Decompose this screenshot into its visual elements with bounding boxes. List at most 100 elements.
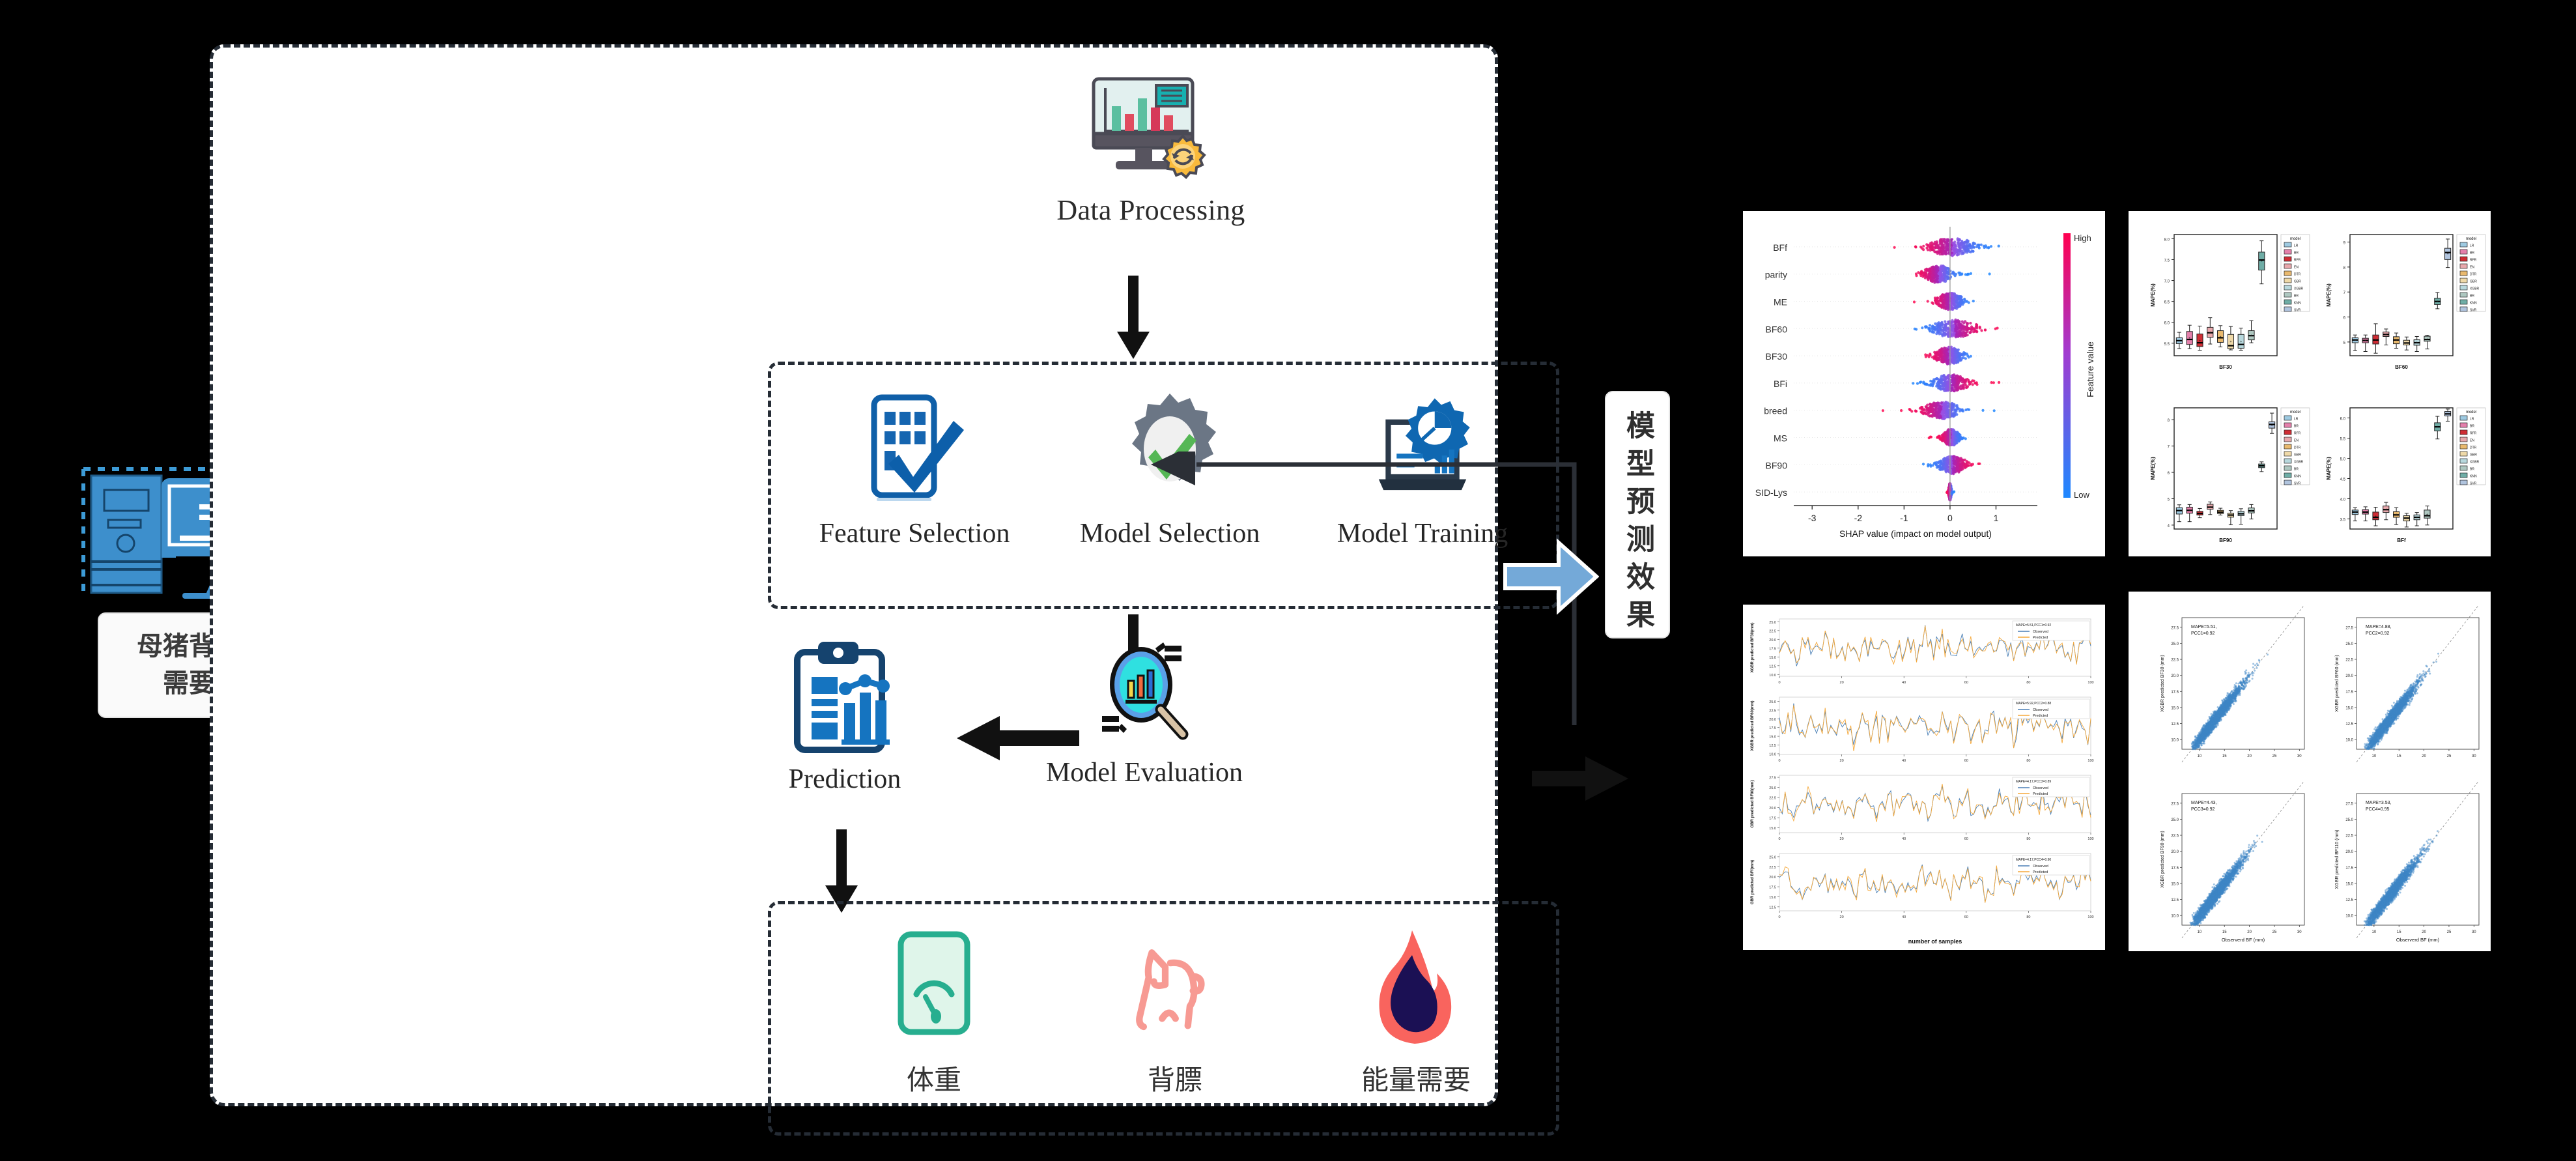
svg-text:4.0: 4.0	[2340, 498, 2346, 502]
stage-model-evaluation: Model Evaluation	[1027, 634, 1262, 788]
svg-text:BF30: BF30	[2219, 364, 2232, 370]
svg-text:LR: LR	[2294, 418, 2299, 422]
data-processing-label: Data Processing	[1056, 194, 1245, 226]
step-feature-selection: Feature Selection	[810, 392, 1019, 549]
svg-text:80: 80	[2026, 681, 2030, 685]
svg-text:0: 0	[1778, 681, 1780, 685]
svg-text:LR: LR	[2470, 244, 2474, 248]
svg-text:+: +	[2375, 338, 2377, 342]
svg-text:+: +	[2385, 333, 2387, 337]
svg-text:SHAP value (impact on model ou: SHAP value (impact on model output)	[1839, 528, 1992, 539]
svg-text:+: +	[2240, 512, 2242, 516]
svg-text:MAPE=4.17,PCC3=0.89: MAPE=4.17,PCC3=0.89	[2016, 780, 2051, 784]
svg-text:Observed: Observed	[2033, 630, 2048, 634]
svg-text:Low: Low	[2074, 490, 2089, 500]
svg-text:GBR predicted BF90(mm): GBR predicted BF90(mm)	[1751, 780, 1755, 827]
svg-text:+: +	[2375, 515, 2377, 519]
svg-text:20: 20	[1840, 837, 1844, 841]
svg-text:+: +	[2385, 508, 2387, 512]
svg-text:DTR: DTR	[2470, 446, 2477, 450]
monitor-chart-gear-icon	[1092, 77, 1206, 179]
svg-text:+: +	[2416, 341, 2418, 345]
svg-text:BF90: BF90	[1766, 460, 1788, 470]
svg-text:6: 6	[2343, 317, 2346, 321]
svg-text:BR: BR	[2470, 294, 2474, 298]
svg-text:number of samples: number of samples	[1908, 938, 1962, 945]
svg-text:4.5: 4.5	[2340, 478, 2346, 482]
svg-text:20.0: 20.0	[1769, 638, 1776, 642]
stage-prediction: Prediction	[734, 640, 955, 795]
svg-text:model: model	[2290, 237, 2300, 241]
svg-text:XGBR predicted BF30(mm): XGBR predicted BF30(mm)	[1751, 622, 1755, 672]
svg-text:GBR: GBR	[2294, 280, 2301, 284]
svg-text:KNN: KNN	[2294, 302, 2301, 306]
svg-text:model: model	[2290, 410, 2300, 414]
svg-text:100: 100	[2088, 759, 2093, 763]
prediction-label: Prediction	[788, 764, 901, 794]
svg-text:GBR: GBR	[2470, 280, 2477, 284]
svg-text:KNN: KNN	[2470, 475, 2477, 479]
output-energy: 能量需要	[1318, 929, 1514, 1098]
svg-text:ME: ME	[1774, 297, 1787, 308]
svg-text:10.0: 10.0	[1769, 752, 1776, 756]
svg-text:60: 60	[1964, 915, 1968, 919]
svg-text:27.5: 27.5	[1769, 777, 1776, 781]
svg-text:+: +	[2188, 337, 2190, 341]
svg-text:SID-Lys: SID-Lys	[1755, 487, 1787, 498]
svg-text:6.0: 6.0	[2164, 322, 2170, 326]
chart-observed-predicted-series: 10.0 12.5 15.0 17.5 20.0 22.5 25.0 0 20 40 60 80 100…	[1743, 605, 2105, 950]
svg-text:SVR: SVR	[2294, 309, 2301, 313]
svg-text:-1: -1	[1900, 513, 1908, 523]
svg-text:25.0: 25.0	[1769, 786, 1776, 790]
svg-text:+: +	[2405, 341, 2407, 345]
svg-text:8: 8	[2343, 266, 2346, 270]
blue-right-arrow-2	[1503, 538, 1599, 615]
svg-text:17.5: 17.5	[1769, 817, 1776, 821]
svg-text:BR: BR	[2470, 468, 2474, 472]
svg-text:GBR: GBR	[2470, 453, 2477, 457]
svg-text:+: +	[2240, 340, 2242, 344]
svg-text:0: 0	[1778, 915, 1780, 919]
svg-text:17.5: 17.5	[1769, 886, 1776, 890]
chart-observed-predicted-scatter: 10.0 12.5 15.0 17.5 20.0 22.5 25.0 27.5 10 15 20 25…	[2129, 592, 2491, 951]
output-energy-label: 能量需要	[1361, 1064, 1471, 1096]
svg-text:RFR: RFR	[2294, 259, 2301, 263]
svg-text:SVR: SVR	[2470, 309, 2477, 313]
svg-text:20: 20	[1840, 915, 1844, 919]
svg-text:XGBR: XGBR	[2294, 287, 2304, 291]
svg-text:+: +	[2405, 517, 2407, 521]
svg-text:DTR: DTR	[2294, 273, 2301, 277]
svg-text:+: +	[2396, 513, 2398, 517]
svg-text:60: 60	[1964, 759, 1968, 763]
svg-text:4: 4	[2168, 524, 2170, 528]
svg-text:+: +	[2447, 412, 2449, 416]
svg-text:6.0: 6.0	[2340, 418, 2346, 422]
svg-text:+: +	[2229, 340, 2231, 344]
svg-text:80: 80	[2026, 837, 2030, 841]
svg-text:+: +	[2220, 335, 2222, 339]
svg-text:Feature value: Feature value	[2085, 341, 2095, 397]
chart-model-mape-boxplots: 5.5 6.0 6.5 7.0 7.5 8.0 + + + + + + + + + BF30 MAPE(%) mo…	[2129, 211, 2491, 556]
svg-text:MAPE=5.92,PCC2=0.88: MAPE=5.92,PCC2=0.88	[2016, 702, 2051, 706]
svg-text:RFR: RFR	[2470, 259, 2477, 263]
svg-text:25.0: 25.0	[1769, 855, 1776, 859]
svg-text:MAPE(%): MAPE(%)	[2150, 283, 2156, 307]
svg-text:MAPE=5.51,PCC1=0.92: MAPE=5.51,PCC1=0.92	[2016, 624, 2051, 627]
svg-text:15.0: 15.0	[1769, 896, 1776, 900]
svg-text:80: 80	[2026, 915, 2030, 919]
feature-selection-label: Feature Selection	[819, 519, 1010, 549]
svg-text:+: +	[2188, 509, 2190, 513]
svg-text:+: +	[2250, 509, 2252, 513]
svg-text:22.5: 22.5	[1769, 709, 1776, 713]
arrow-down-to-training	[1117, 276, 1150, 359]
svg-text:+: +	[2261, 465, 2263, 468]
svg-text:EN: EN	[2470, 266, 2474, 270]
svg-text:5: 5	[2343, 341, 2346, 345]
svg-text:8.0: 8.0	[2164, 238, 2170, 242]
svg-text:100: 100	[2088, 681, 2093, 685]
output-backfat: 背膘	[1077, 929, 1273, 1098]
svg-text:MAPE=4.17,PCC4=0.90: MAPE=4.17,PCC4=0.90	[2016, 858, 2051, 862]
output-backfat-label: 背膘	[1147, 1064, 1202, 1096]
svg-text:Predicted: Predicted	[2033, 792, 2048, 796]
svg-text:25.0: 25.0	[1769, 621, 1776, 625]
